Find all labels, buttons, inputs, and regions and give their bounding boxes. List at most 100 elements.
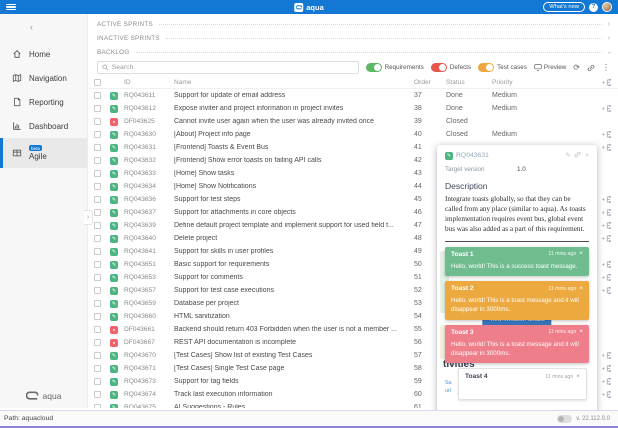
whats-new-button[interactable]: What's new	[543, 2, 585, 12]
table-row[interactable]: ✎RQ043611Support for update of email add…	[89, 89, 618, 102]
row-name[interactable]: Cannot invite user again when the user w…	[174, 118, 414, 125]
edit-icon[interactable]: ✎	[565, 152, 570, 159]
row-hierarchy-icon[interactable]	[594, 234, 618, 243]
row-checkbox[interactable]	[94, 105, 101, 112]
row-hierarchy-icon[interactable]	[594, 260, 618, 269]
link-icon[interactable]	[574, 151, 581, 160]
row-hierarchy-icon[interactable]	[594, 286, 618, 295]
chevron-right-icon[interactable]: ›	[608, 21, 610, 28]
row-name[interactable]: [Frontend] Toasts & Event Bus	[174, 144, 414, 151]
row-checkbox[interactable]	[94, 378, 101, 385]
row-name[interactable]: HTML sanitization	[174, 313, 414, 320]
search-input[interactable]	[112, 64, 354, 71]
row-name[interactable]: AI Suggestions - Rules	[174, 404, 414, 408]
row-checkbox[interactable]	[94, 339, 101, 346]
table-row[interactable]: ✎RQ043630[About] Project info page40Clos…	[89, 128, 618, 141]
test-cases-toggle-switch[interactable]	[478, 63, 494, 72]
sidebar-item-agile[interactable]: beta Agile	[0, 138, 87, 168]
sidebar-expander-icon[interactable]: ›	[84, 210, 93, 225]
row-checkbox[interactable]	[94, 326, 101, 333]
column-status[interactable]: Status	[446, 79, 492, 86]
sidebar-item-dashboard[interactable]: Dashboard	[0, 114, 87, 138]
user-avatar[interactable]	[602, 2, 612, 12]
row-name[interactable]: Support for tag fields	[174, 378, 414, 385]
row-checkbox[interactable]	[94, 391, 101, 398]
row-checkbox[interactable]	[94, 313, 101, 320]
column-id[interactable]: ID	[124, 79, 174, 86]
column-name[interactable]: Name	[174, 79, 414, 86]
row-checkbox[interactable]	[94, 144, 101, 151]
toggle-test-cases[interactable]: Test cases	[478, 63, 527, 72]
row-name[interactable]: Basic support for requirements	[174, 261, 414, 268]
row-name[interactable]: Track last execution information	[174, 391, 414, 398]
row-hierarchy-icon[interactable]	[594, 130, 618, 139]
link-icon[interactable]	[587, 64, 595, 72]
row-name[interactable]: Database per project	[174, 300, 414, 307]
row-checkbox[interactable]	[94, 235, 101, 242]
sidebar-item-reporting[interactable]: Reporting	[0, 90, 87, 114]
row-hierarchy-icon[interactable]	[594, 390, 618, 399]
row-name[interactable]: Support for test steps	[174, 196, 414, 203]
row-name[interactable]: Expose inviter and project information i…	[174, 105, 414, 112]
row-hierarchy-icon[interactable]	[594, 273, 618, 282]
toggle-requirements[interactable]: Requirements	[366, 63, 424, 72]
row-checkbox[interactable]	[94, 365, 101, 372]
preview-button[interactable]: Preview	[534, 64, 566, 71]
toast-close-icon[interactable]: ×	[579, 286, 583, 292]
requirements-toggle-switch[interactable]	[366, 63, 382, 72]
row-name[interactable]: [Home] Show tasks	[174, 170, 414, 177]
toggle-defects[interactable]: Defects	[431, 63, 471, 72]
row-name[interactable]: [Test Cases] Single Test Case page	[174, 365, 414, 372]
close-icon[interactable]: ×	[585, 153, 589, 159]
row-checkbox[interactable]	[94, 248, 101, 255]
section-backlog[interactable]: BACKLOG ›	[97, 45, 610, 59]
table-row[interactable]: ●DF043625Cannot invite user again when t…	[89, 115, 618, 128]
row-checkbox[interactable]	[94, 261, 101, 268]
toast-close-icon[interactable]: ×	[579, 329, 583, 335]
sidebar-item-home[interactable]: Home	[0, 42, 87, 66]
help-icon[interactable]: ?	[589, 3, 598, 12]
row-name[interactable]: [About] Project info page	[174, 131, 414, 138]
column-priority[interactable]: Priority	[492, 79, 594, 86]
column-settings-icon[interactable]	[594, 78, 618, 87]
section-active-sprints[interactable]: ACTIVE SPRINTS ›	[97, 17, 610, 31]
row-checkbox[interactable]	[94, 209, 101, 216]
row-name[interactable]: Support for test case executions	[174, 287, 414, 294]
row-hierarchy-icon[interactable]	[594, 195, 618, 204]
row-name[interactable]: Backend should return 403 Forbidden when…	[174, 326, 414, 333]
hamburger-menu-icon[interactable]	[6, 4, 16, 11]
row-name[interactable]: [Frontend] Show error toasts on failing …	[174, 157, 414, 164]
row-checkbox[interactable]	[94, 170, 101, 177]
row-checkbox[interactable]	[94, 196, 101, 203]
row-hierarchy-icon[interactable]	[594, 208, 618, 217]
row-checkbox[interactable]	[94, 92, 101, 99]
row-checkbox[interactable]	[94, 287, 101, 294]
row-hierarchy-icon[interactable]	[594, 351, 618, 360]
row-checkbox[interactable]	[94, 118, 101, 125]
row-checkbox[interactable]	[94, 183, 101, 190]
row-checkbox[interactable]	[94, 352, 101, 359]
row-hierarchy-icon[interactable]	[594, 221, 618, 230]
row-name[interactable]: Support for skills in user profiles	[174, 248, 414, 255]
version-toggle[interactable]	[557, 415, 572, 423]
row-checkbox[interactable]	[94, 274, 101, 281]
kebab-menu-icon[interactable]: ⋮	[602, 63, 610, 72]
toast-close-icon[interactable]: ×	[576, 374, 580, 380]
row-name[interactable]: Support for comments	[174, 274, 414, 281]
row-hierarchy-icon[interactable]	[594, 143, 618, 152]
select-all-checkbox[interactable]	[94, 79, 101, 86]
sidebar-item-navigation[interactable]: Navigation	[0, 66, 87, 90]
row-hierarchy-icon[interactable]	[594, 364, 618, 373]
chevron-right-icon[interactable]: ›	[608, 35, 610, 42]
row-name[interactable]: REST API documentation is incomplete	[174, 339, 414, 346]
row-name[interactable]: Define default project template and impl…	[174, 222, 414, 229]
row-checkbox[interactable]	[94, 222, 101, 229]
target-version-value[interactable]: 1.0	[517, 166, 526, 173]
refresh-icon[interactable]: ⟳	[573, 63, 580, 72]
defects-toggle-switch[interactable]	[431, 63, 447, 72]
search-box[interactable]	[97, 61, 359, 74]
sidebar-collapse-icon[interactable]: ‹	[30, 23, 87, 32]
row-name[interactable]: Support for update of email address	[174, 92, 414, 99]
row-hierarchy-icon[interactable]	[594, 377, 618, 386]
column-order[interactable]: Order	[414, 79, 446, 86]
